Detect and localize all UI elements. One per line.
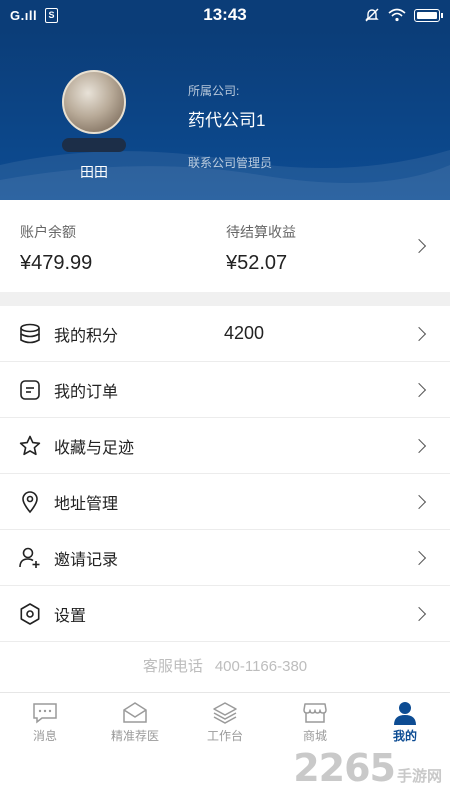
coins-icon [20,323,40,344]
location-icon [22,491,38,514]
account-balance-value: ¥479.99 [20,252,93,274]
user-name: 田田 [80,164,108,180]
nav-item-store[interactable]: 商城 [270,693,360,748]
pending-earnings-value: ¥52.07 [226,252,288,274]
nav-label: 精准荐医 [110,729,159,743]
menu-item-label: 我的订单 [54,383,119,401]
store-icon [303,703,327,723]
status-time: 13:43 [203,5,247,24]
avatar[interactable] [62,70,126,134]
mail-icon [123,702,147,723]
nav-item-messages[interactable]: 消息 [0,693,90,748]
menu-item-label: 我的积分 [54,327,119,345]
sim-icon: S [45,7,59,23]
customer-service[interactable]: 客服电话 400-1166-380 [0,655,450,676]
mute-bell-icon [365,8,379,22]
section-divider [0,292,450,306]
add-user-icon [19,547,40,568]
service-label: 客服电话 [142,658,203,675]
nav-label: 我的 [392,729,417,743]
menu-item-orders[interactable]: 我的订单 [0,362,450,418]
menu-item-label: 收藏与足迹 [54,439,135,457]
watermark-number: 2265 [293,746,396,790]
menu-item-invites[interactable]: 邀请记录 [0,530,450,586]
menu-item-address[interactable]: 地址管理 [0,474,450,530]
menu-item-settings[interactable]: 设置 [0,586,450,642]
chevron-right-icon [411,606,427,622]
nav-label: 商城 [302,729,327,743]
nav-item-mine[interactable]: 我的 [360,693,450,748]
message-icon [33,703,57,724]
status-left: G.ıll S [10,7,160,23]
menu-item-label: 邀请记录 [54,551,119,569]
avatar-name-bar [62,138,126,152]
chevron-right-icon [411,438,427,454]
nav-label: 工作台 [206,729,243,743]
status-bar: G.ıll S 13:43 [0,0,450,30]
status-right [330,7,443,23]
bottom-nav: 消息 精准荐医 工作台 商城 我的 [0,692,450,748]
nav-item-doctor[interactable]: 精准荐医 [90,693,180,748]
account-balance-label: 账户余额 [20,224,76,240]
nav-label: 消息 [32,729,57,743]
nav-item-workbench[interactable]: 工作台 [180,693,270,748]
balance-panel[interactable]: 账户余额 ¥479.99 待结算收益 ¥52.07 [0,200,450,292]
contact-admin-link[interactable]: 联系公司管理员 [188,154,272,171]
menu-item-label: 地址管理 [54,495,119,513]
company-name: 药代公司1 [188,111,266,130]
menu-item-points[interactable]: 我的积分 4200 [0,306,450,362]
profile-header: 田田 所属公司: 药代公司1 联系公司管理员 [0,30,450,200]
chevron-right-icon [411,326,427,342]
person-icon [394,702,416,725]
chevron-right-icon [411,494,427,510]
menu-item-favorites[interactable]: 收藏与足迹 [0,418,450,474]
wifi-icon [388,8,406,22]
layers-icon [213,702,237,724]
order-icon [20,380,40,400]
chevron-right-icon [411,550,427,566]
menu-list: 我的积分 4200 我的订单 收藏与足迹 地址管理 邀请记录 设置 [0,306,450,642]
service-phone[interactable]: 400-1166-380 [215,658,307,675]
points-value: 4200 [224,323,265,343]
chevron-right-icon [411,382,427,398]
pending-earnings-label: 待结算收益 [226,224,296,240]
menu-item-label: 设置 [54,607,87,625]
star-icon [19,435,41,456]
settings-icon [20,603,40,625]
chevron-right-icon [411,238,427,254]
watermark-logo: 2265 手游网 [293,746,442,790]
signal-icon: G.ıll [10,7,38,23]
watermark-text: 手游网 [396,768,442,785]
company-label: 所属公司: [188,84,240,98]
battery-icon [414,8,443,22]
